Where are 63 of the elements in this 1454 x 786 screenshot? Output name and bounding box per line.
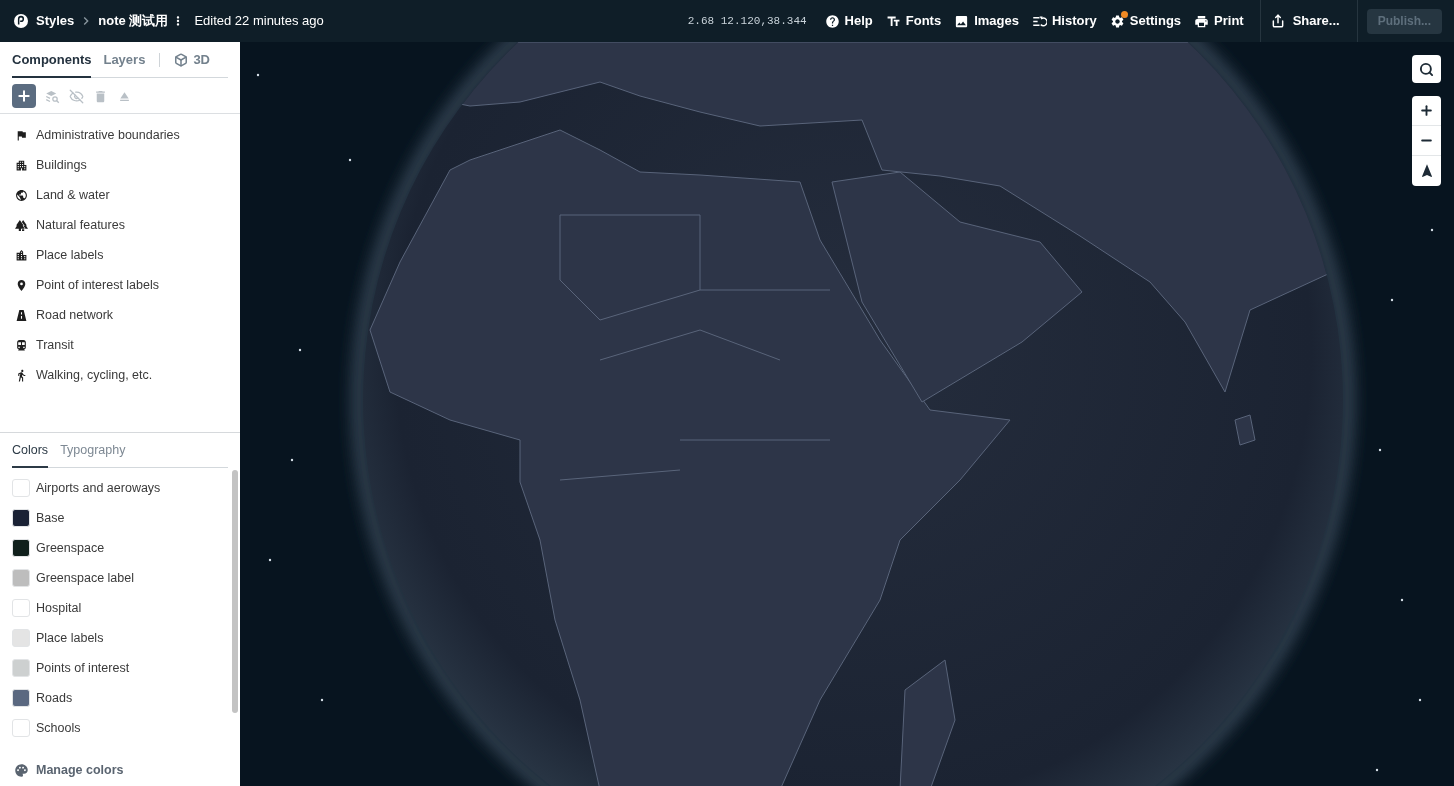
component-item[interactable]: Natural features [0, 210, 240, 240]
component-item[interactable]: Transit [0, 330, 240, 360]
road-icon [15, 308, 28, 322]
map-coordinates: 2.68 12.120,38.344 [687, 13, 807, 29]
styles-link[interactable]: Styles [36, 11, 75, 31]
flag-icon [15, 128, 28, 142]
component-item[interactable]: Walking, cycling, etc. [0, 360, 240, 390]
trees-icon [15, 218, 28, 232]
logo-icon [14, 14, 28, 28]
printer-icon [1194, 13, 1210, 29]
plus-icon [1419, 103, 1434, 118]
share-icon [1270, 14, 1285, 28]
layers-search-icon [45, 88, 60, 104]
building-icon [15, 158, 28, 172]
images-button[interactable]: Images [954, 11, 1019, 31]
scrollbar-thumb[interactable] [232, 470, 238, 713]
help-icon [824, 13, 840, 29]
print-button[interactable]: Print [1194, 11, 1244, 31]
settings-button[interactable]: Settings [1109, 11, 1182, 31]
panel-tab[interactable]: Colors [12, 442, 49, 468]
color-item[interactable]: Hospital [0, 593, 232, 623]
city-icon [15, 248, 28, 262]
3d-toggle-button[interactable]: 3D [174, 52, 210, 77]
edited-status: Edited 22 minutes ago [194, 12, 324, 31]
component-item[interactable]: Point of interest labels [0, 270, 240, 300]
image-icon [954, 13, 970, 29]
fonts-button[interactable]: Fonts [885, 11, 942, 31]
component-item[interactable]: Place labels [0, 240, 240, 270]
color-item[interactable]: Schools [0, 713, 232, 743]
globe-icon [15, 188, 28, 202]
color-item[interactable]: Base [0, 503, 232, 533]
component-item[interactable]: Buildings [0, 150, 240, 180]
manage-colors-button[interactable]: Manage colors [0, 754, 240, 786]
history-button[interactable]: History [1031, 11, 1097, 31]
share-button[interactable]: Share... [1260, 0, 1350, 42]
trash-icon [93, 88, 108, 104]
compass-button[interactable] [1412, 156, 1441, 186]
color-item[interactable]: Points of interest [0, 653, 232, 683]
panel-tab[interactable]: Components [12, 52, 92, 78]
map-pin-icon [15, 278, 28, 292]
document-title: note 测试用 [98, 12, 169, 31]
train-icon [15, 338, 28, 352]
panel-tab[interactable]: Typography [60, 442, 126, 468]
settings-icon [1109, 13, 1125, 29]
plus-icon [16, 88, 32, 104]
color-item[interactable]: Roads [0, 683, 232, 713]
component-item[interactable]: Road network [0, 300, 240, 330]
search-icon [1419, 61, 1434, 77]
eye-off-icon [69, 88, 84, 104]
component-item[interactable]: Administrative boundaries [0, 120, 240, 150]
panel-tab[interactable]: Layers [103, 52, 146, 78]
add-button[interactable] [12, 84, 36, 108]
walking-person-icon [15, 368, 28, 382]
color-item[interactable]: Greenspace [0, 533, 232, 563]
color-item[interactable]: Airports and aeroways [0, 473, 232, 503]
palette-icon [14, 762, 29, 778]
color-item[interactable]: Greenspace label [0, 563, 232, 593]
zoom-in-button[interactable] [1412, 96, 1441, 126]
cube-icon [174, 53, 189, 67]
component-item[interactable]: Land & water [0, 180, 240, 210]
help-button[interactable]: Help [824, 11, 873, 31]
search-button[interactable] [1412, 55, 1441, 83]
color-item[interactable]: Place labels [0, 623, 232, 653]
